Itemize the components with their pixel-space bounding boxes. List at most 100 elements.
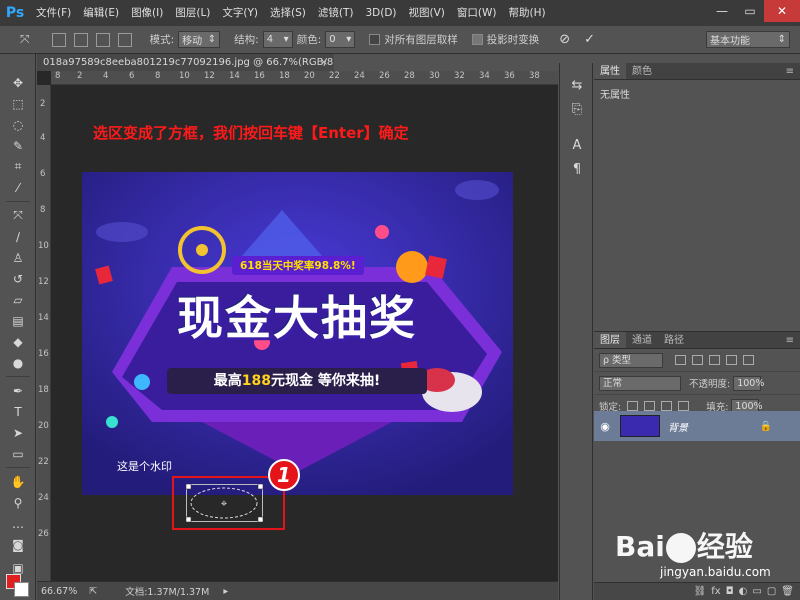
menu-view[interactable]: 视图(V): [403, 0, 451, 26]
status-menu-icon[interactable]: ▸: [223, 586, 228, 597]
document-size[interactable]: 文档:1.37M/1.37M: [125, 584, 209, 598]
zoom-tool-icon[interactable]: ⚲: [0, 492, 36, 513]
mode-label: 模式:: [149, 34, 175, 46]
tab-layers[interactable]: 图层: [594, 332, 626, 348]
visibility-eye-icon[interactable]: ◉: [594, 420, 616, 433]
subtract-selection-icon[interactable]: [95, 32, 110, 47]
layer-filter-select[interactable]: ρ 类型: [599, 352, 663, 368]
add-mask-icon[interactable]: ◘: [726, 586, 734, 597]
link-layers-icon[interactable]: ⛓: [694, 586, 707, 597]
dodge-tool-icon[interactable]: ●: [0, 352, 36, 373]
history-panel-icon[interactable]: ⇆: [560, 73, 594, 97]
lock-transparent-icon[interactable]: [627, 401, 639, 411]
opacity-input[interactable]: 100%: [733, 375, 764, 391]
hand-tool-icon[interactable]: ✋: [0, 471, 36, 492]
screen-mode-icon[interactable]: ▣: [0, 557, 36, 578]
menu-type[interactable]: 文字(Y): [216, 0, 264, 26]
blend-row: 正常 不透明度: 100%: [594, 372, 800, 395]
history-brush-tool-icon[interactable]: ↺: [0, 268, 36, 289]
paragraph-panel-icon[interactable]: ¶: [560, 157, 594, 181]
cancel-icon[interactable]: ⊘: [559, 32, 570, 47]
stamp-tool-icon[interactable]: ♙: [0, 247, 36, 268]
add-selection-icon[interactable]: [73, 32, 88, 47]
ruler-horizontal[interactable]: 8 2 4 6 8 10 12 14 16 18 20 22 24 26 28 …: [51, 71, 558, 85]
document-tab-close-icon[interactable]: ×: [320, 54, 328, 71]
menu-edit[interactable]: 编辑(E): [77, 0, 125, 26]
actions-panel-icon[interactable]: ⎘: [560, 97, 594, 121]
tab-properties[interactable]: 属性: [594, 63, 626, 79]
brush-tool-icon[interactable]: ∕: [0, 226, 36, 247]
ruler-vertical[interactable]: 2 4 6 8 10 12 14 16 18 20 22 24 26: [37, 85, 51, 581]
layers-footer: ⛓ fx ◘ ◐ ▭ ▢ 🗑: [594, 582, 800, 600]
fx-icon[interactable]: fx: [711, 586, 720, 597]
new-layer-icon[interactable]: ▢: [767, 586, 776, 597]
workspace-select[interactable]: 基本功能 ⇕: [706, 31, 790, 48]
eyedropper-tool-icon[interactable]: ⁄: [0, 177, 36, 198]
banner-image[interactable]: 618当天中奖率98.8%! 现金大抽奖 最高188元现金 等你来抽!: [82, 172, 513, 495]
sample-all-checkbox[interactable]: [369, 34, 381, 45]
filter-pixel-icon[interactable]: [675, 355, 686, 365]
more-tools-icon[interactable]: …: [0, 513, 36, 534]
eraser-tool-icon[interactable]: ▱: [0, 289, 36, 310]
color-select[interactable]: 0 ▾: [325, 31, 356, 48]
transform-checkbox[interactable]: [471, 34, 483, 45]
layer-lock-icon[interactable]: 🔒: [760, 421, 772, 432]
filter-type-icon[interactable]: [709, 355, 720, 365]
layer-row-background[interactable]: ◉ 背景 🔒: [594, 411, 800, 441]
background-color-swatch[interactable]: [14, 582, 29, 597]
new-selection-icon[interactable]: [51, 32, 66, 47]
pen-tool-icon[interactable]: ✒: [0, 380, 36, 401]
tab-paths[interactable]: 路径: [658, 332, 690, 348]
adjustment-layer-icon[interactable]: ◐: [739, 586, 748, 597]
menu-help[interactable]: 帮助(H): [503, 0, 552, 26]
minimize-button[interactable]: —: [708, 0, 736, 22]
character-panel-icon[interactable]: A: [560, 133, 594, 157]
crop-tool-icon[interactable]: ⌗: [0, 156, 36, 177]
intersect-selection-icon[interactable]: [117, 32, 132, 47]
structure-select[interactable]: 4 ▾: [262, 31, 293, 48]
quick-mask-icon[interactable]: ◙: [0, 534, 36, 555]
blur-tool-icon[interactable]: ◆: [0, 331, 36, 352]
tab-color[interactable]: 颜色: [626, 63, 658, 79]
filter-adjust-icon[interactable]: [692, 355, 703, 365]
selection-highlight-box: [172, 476, 285, 530]
prize-rate-badge: 618当天中奖率98.8%!: [232, 256, 364, 275]
menu-file[interactable]: 文件(F): [30, 0, 77, 26]
menu-filter[interactable]: 滤镜(T): [312, 0, 360, 26]
panel-menu-icon[interactable]: ≡: [786, 63, 800, 79]
menu-window[interactable]: 窗口(W): [451, 0, 503, 26]
lock-paint-icon[interactable]: [644, 401, 656, 411]
move-tool-icon[interactable]: ✥: [0, 72, 36, 93]
new-group-icon[interactable]: ▭: [752, 586, 761, 597]
delete-layer-icon[interactable]: 🗑: [781, 586, 794, 597]
restore-button[interactable]: ▭: [736, 0, 764, 22]
structure-label: 结构:: [234, 34, 259, 46]
path-select-tool-icon[interactable]: ➤: [0, 422, 36, 443]
document-tab[interactable]: 018a97589c8eeba801219c77092196.jpg @ 66.…: [37, 54, 334, 71]
menu-layer[interactable]: 图层(L): [169, 0, 216, 26]
gradient-tool-icon[interactable]: ▤: [0, 310, 36, 331]
quick-select-tool-icon[interactable]: ✎: [0, 135, 36, 156]
close-button[interactable]: ✕: [764, 0, 800, 22]
menu-select[interactable]: 选择(S): [264, 0, 312, 26]
zoom-level[interactable]: 66.67%: [41, 586, 77, 597]
blend-mode-select[interactable]: 正常: [599, 375, 681, 391]
mode-select[interactable]: 移动 ⇕: [178, 31, 221, 48]
export-icon[interactable]: ⇱: [89, 586, 97, 597]
filter-shape-icon[interactable]: [726, 355, 737, 365]
lock-move-icon[interactable]: [661, 401, 673, 411]
type-tool-icon[interactable]: T: [0, 401, 36, 422]
filter-smart-icon[interactable]: [743, 355, 754, 365]
content-aware-move-tool-icon[interactable]: ⤧: [0, 205, 36, 226]
commit-icon[interactable]: ✓: [584, 32, 595, 47]
shape-tool-icon[interactable]: ▭: [0, 443, 36, 464]
menu-3d[interactable]: 3D(D): [359, 0, 402, 26]
menu-image[interactable]: 图像(I): [125, 0, 169, 26]
layer-name[interactable]: 背景: [668, 419, 688, 434]
lasso-tool-icon[interactable]: ◌: [0, 114, 36, 135]
marquee-tool-icon[interactable]: ⬚: [0, 93, 36, 114]
lock-all-icon[interactable]: [678, 401, 690, 411]
content-aware-move-icon[interactable]: ⤧: [20, 32, 30, 47]
tab-channels[interactable]: 通道: [626, 332, 658, 348]
panel-menu-icon[interactable]: ≡: [786, 332, 800, 348]
